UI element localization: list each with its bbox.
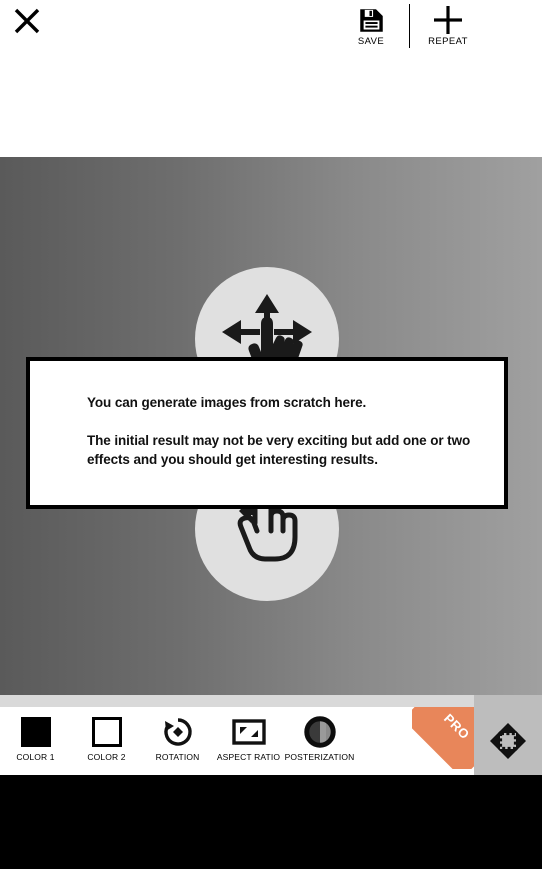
toolbar-top-shade — [0, 695, 542, 707]
move-resize-button[interactable] — [474, 707, 542, 775]
top-bar-actions: SAVE REPEAT — [339, 2, 480, 52]
tool-rotation-label: ROTATION — [155, 752, 200, 762]
tooltip-line-1: You can generate images from scratch her… — [87, 395, 367, 410]
tool-color-1[interactable]: COLOR 1 — [0, 707, 71, 762]
rotation-icon — [162, 715, 194, 749]
posterization-icon — [303, 715, 336, 749]
floppy-disk-save-icon — [358, 5, 385, 35]
tool-rotation[interactable]: ROTATION — [142, 707, 213, 762]
pro-badge-label: PRO — [441, 710, 473, 743]
aspect-ratio-icon — [231, 715, 266, 749]
plus-repeat-icon — [432, 5, 464, 35]
toolbar-divider — [409, 4, 410, 48]
repeat-label: REPEAT — [428, 36, 468, 47]
color-swatch-outline-icon — [91, 715, 122, 749]
save-button[interactable]: SAVE — [339, 2, 403, 47]
top-bar: SAVE REPEAT — [0, 0, 542, 157]
tool-aspect-ratio[interactable]: ASPECT RATIO — [213, 707, 284, 762]
tool-posterization-label: POSTERIZATION — [284, 752, 355, 762]
close-x-icon — [14, 8, 40, 34]
move-resize-icon — [490, 723, 526, 759]
close-button[interactable] — [8, 2, 46, 40]
bottom-toolbar: COLOR 1 COLOR 2 ROTATION ASPECT RATIO PO… — [0, 707, 542, 775]
color-swatch-filled-icon — [20, 715, 51, 749]
toolbar-top-shade-right — [474, 695, 542, 707]
tool-color-2[interactable]: COLOR 2 — [71, 707, 142, 762]
tooltip-line-2: The initial result may not be very excit… — [87, 433, 471, 467]
pro-badge: PRO — [412, 707, 474, 769]
tool-color-2-label: COLOR 2 — [87, 752, 126, 762]
save-label: SAVE — [357, 36, 385, 47]
gradient-picker[interactable]: Horizontal Gradient Vertical Gradient Ra… — [0, 775, 542, 869]
picker-left-blank — [0, 775, 183, 869]
instruction-tooltip[interactable]: You can generate images from scratch her… — [26, 357, 508, 509]
tool-color-1-label: COLOR 1 — [16, 752, 55, 762]
tool-aspect-ratio-label: ASPECT RATIO — [216, 752, 281, 762]
tool-posterization[interactable]: POSTERIZATION — [284, 707, 355, 762]
toolbar-scroll-area[interactable]: COLOR 1 COLOR 2 ROTATION ASPECT RATIO PO… — [0, 707, 474, 775]
repeat-button[interactable]: REPEAT — [416, 2, 480, 47]
